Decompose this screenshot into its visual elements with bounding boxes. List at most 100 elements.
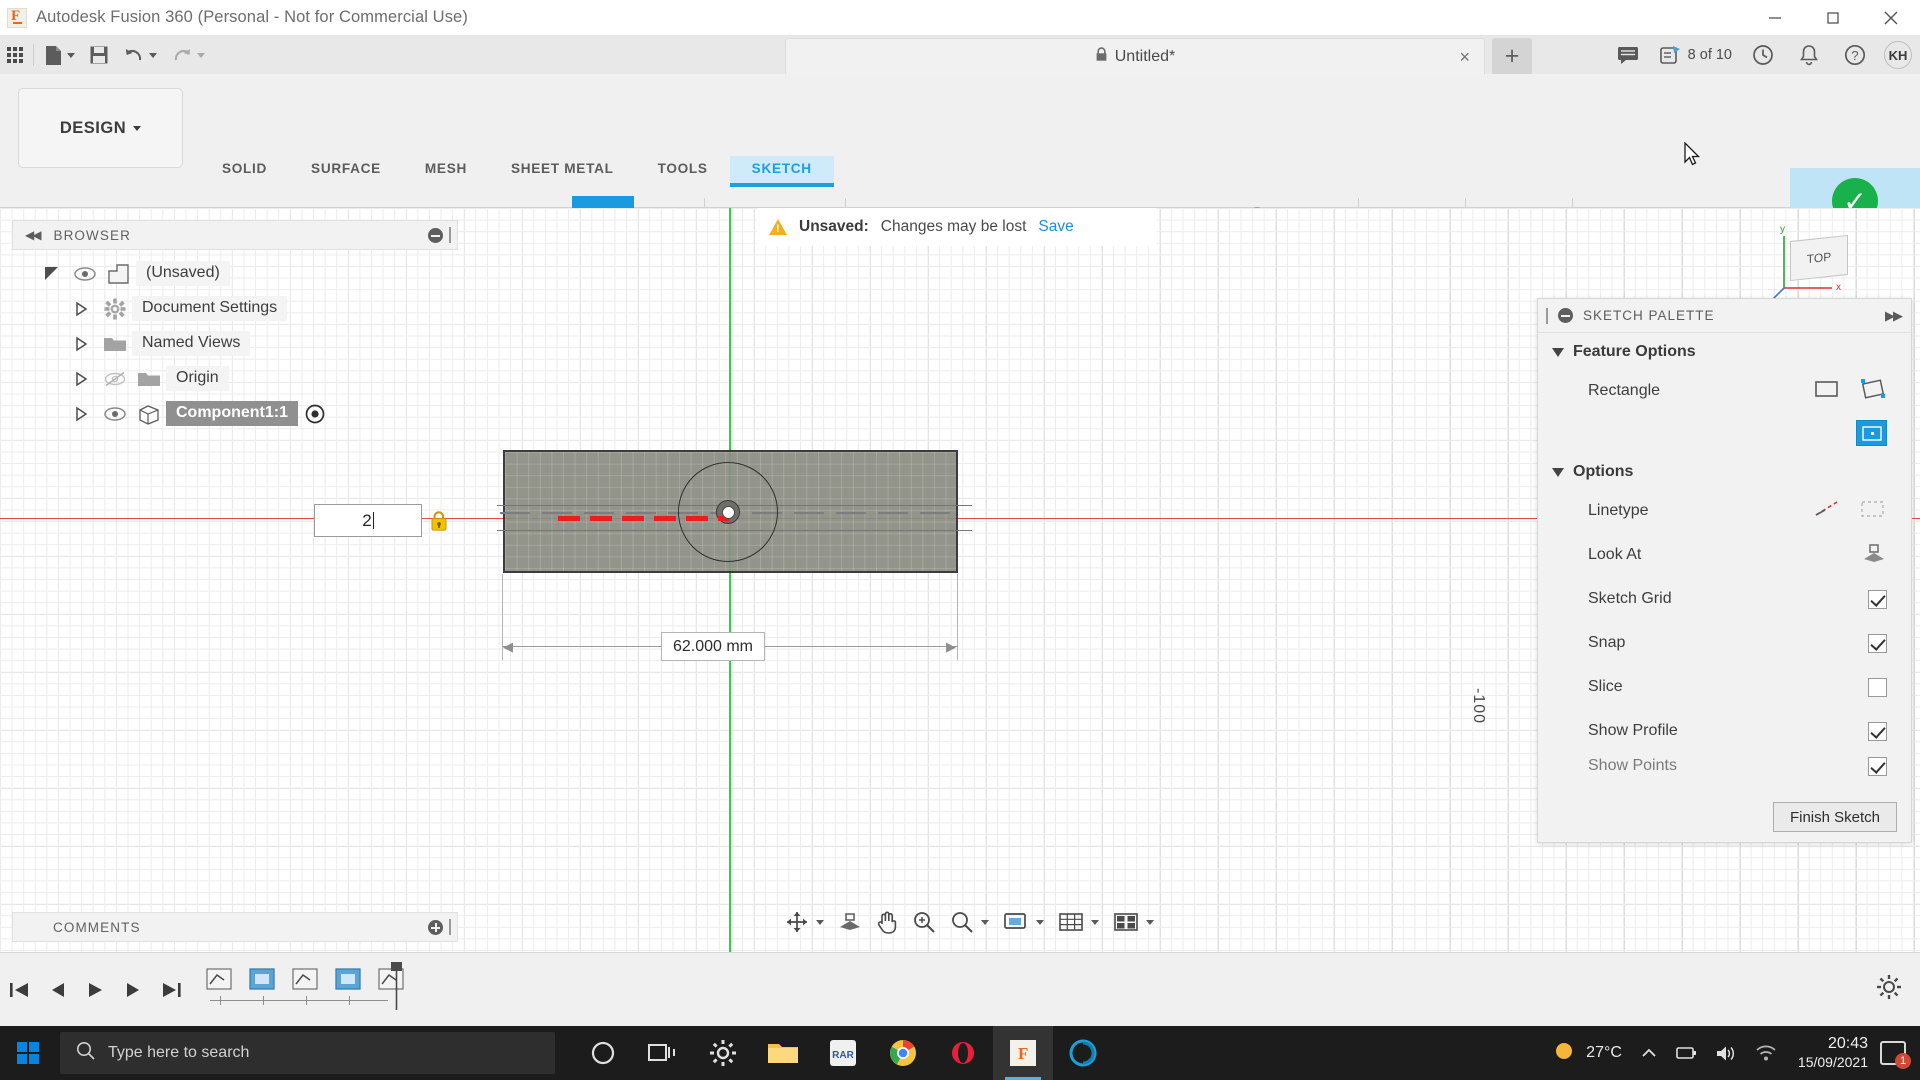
minus-circle-icon[interactable] [428, 227, 443, 243]
fusion360-icon[interactable]: F [993, 1026, 1053, 1080]
network-icon[interactable] [1746, 1026, 1786, 1080]
notification-center-icon[interactable]: 1 [1880, 1041, 1911, 1069]
sketch-canvas[interactable]: Unsaved: Changes may be lost Save 2 ◀ ▶ … [0, 208, 1920, 952]
timeline-feature-2[interactable] [247, 966, 277, 992]
zoom-icon[interactable] [907, 902, 941, 942]
snap-checkbox[interactable] [1868, 633, 1887, 653]
tree-node-unsaved[interactable]: (Unsaved) [12, 256, 458, 291]
dimension-label[interactable]: 62.000 mm [661, 632, 765, 661]
show-profile-checkbox[interactable] [1868, 721, 1887, 741]
centerline-icon[interactable] [1859, 498, 1887, 525]
section-feature-options[interactable]: Feature Options [1538, 333, 1911, 369]
workspace-switcher-button[interactable]: DESIGN [18, 88, 183, 168]
bell-icon[interactable] [1786, 36, 1832, 74]
volume-icon[interactable] [1706, 1026, 1746, 1080]
opera-gx-icon[interactable] [933, 1026, 993, 1080]
close-icon[interactable] [1862, 0, 1920, 36]
expanded-triangle-icon[interactable] [34, 267, 68, 280]
avatar[interactable]: KH [1884, 41, 1912, 69]
orbit-icon[interactable] [780, 902, 829, 942]
undo-icon[interactable] [116, 36, 164, 74]
minimize-icon[interactable] [1746, 0, 1804, 36]
timeline-feature-1[interactable] [204, 966, 234, 992]
rect-center-icon[interactable] [1856, 420, 1887, 446]
sketch-grid-checkbox[interactable] [1868, 589, 1887, 609]
new-file-icon[interactable] [37, 36, 82, 74]
collapsed-triangle-icon[interactable] [64, 336, 98, 352]
eye-icon[interactable] [98, 406, 132, 421]
settings-gear-icon[interactable] [693, 1026, 753, 1080]
panel-grip-icon[interactable] [449, 227, 451, 243]
save-link[interactable]: Save [1038, 218, 1073, 236]
comments-panel[interactable]: COMMENTS [12, 912, 458, 942]
expand-right-icon[interactable]: ▶▶ [1885, 308, 1911, 324]
pan-hand-icon[interactable] [871, 902, 903, 942]
skip-start-icon[interactable] [0, 953, 38, 1027]
skip-end-icon[interactable] [152, 953, 190, 1027]
panel-grip-icon[interactable] [1546, 307, 1548, 324]
collapsed-triangle-icon[interactable] [64, 406, 98, 422]
file-explorer-icon[interactable] [753, 1026, 813, 1080]
chrome-icon[interactable] [873, 1026, 933, 1080]
tree-node-component1[interactable]: Component1:1 [12, 396, 458, 431]
timeline-track[interactable] [204, 960, 404, 1020]
chevron-up-icon[interactable] [1632, 1026, 1666, 1080]
origin-point[interactable] [722, 506, 735, 519]
radio-target-icon[interactable] [298, 403, 332, 425]
tab-surface[interactable]: SURFACE [289, 156, 403, 186]
timeline-feature-3[interactable] [290, 966, 320, 992]
collapsed-triangle-icon[interactable] [64, 301, 98, 317]
play-icon[interactable] [76, 953, 114, 1027]
fit-icon[interactable] [945, 902, 994, 942]
viewports-icon[interactable] [1108, 902, 1159, 942]
maximize-icon[interactable] [1804, 0, 1862, 36]
look-at-icon[interactable] [1861, 542, 1887, 569]
display-settings-icon[interactable] [998, 902, 1049, 942]
eye-hidden-icon[interactable] [98, 371, 132, 387]
comment-icon[interactable] [1606, 36, 1652, 74]
taskbar-clock[interactable]: 20:43 15/09/2021 [1786, 1034, 1880, 1072]
cisco-webex-icon[interactable] [1053, 1026, 1113, 1080]
step-back-icon[interactable] [38, 953, 76, 1027]
cortana-circle-icon[interactable] [573, 1026, 633, 1080]
app-grid-icon[interactable] [0, 36, 30, 74]
slice-checkbox[interactable] [1868, 677, 1887, 697]
redo-icon[interactable] [164, 36, 212, 74]
panel-grip-icon[interactable] [449, 919, 451, 935]
rect-3point-icon[interactable] [1859, 378, 1887, 405]
tab-solid[interactable]: SOLID [200, 156, 289, 186]
search-input[interactable]: Type here to search [60, 1032, 555, 1074]
show-points-checkbox[interactable] [1868, 756, 1887, 776]
collapse-left-icon[interactable]: ◀◀ [25, 228, 42, 242]
dimension-input[interactable]: 2 [314, 504, 422, 537]
tab-sketch[interactable]: SKETCH [729, 156, 834, 187]
yellow-lock-icon[interactable] [430, 511, 448, 531]
windows-logo-icon[interactable] [0, 1026, 56, 1080]
collapsed-triangle-icon[interactable] [64, 371, 98, 387]
version-status[interactable]: 8 of 10 [1652, 45, 1740, 65]
close-tab-icon[interactable]: × [1459, 48, 1470, 66]
eye-icon[interactable] [68, 266, 102, 281]
tree-node-document-settings[interactable]: Document Settings [12, 291, 458, 326]
help-icon[interactable]: ? [1832, 36, 1878, 74]
add-tab-button[interactable]: + [1492, 38, 1532, 74]
construction-line-icon[interactable] [1813, 498, 1841, 525]
tab-tools[interactable]: TOOLS [636, 156, 730, 186]
tab-mesh[interactable]: MESH [403, 156, 489, 186]
look-at-icon[interactable] [833, 902, 867, 942]
step-forward-icon[interactable] [114, 953, 152, 1027]
timeline-marker-icon[interactable] [390, 961, 403, 1010]
timeline-feature-4[interactable] [333, 966, 363, 992]
finish-sketch-palette-button[interactable]: Finish Sketch [1773, 802, 1897, 832]
winrar-icon[interactable]: RAR [813, 1026, 873, 1080]
weather-widget[interactable]: 27°C [1541, 1038, 1632, 1069]
grid-snaps-icon[interactable] [1053, 902, 1104, 942]
tree-node-origin[interactable]: Origin [12, 361, 458, 396]
save-icon[interactable] [82, 36, 116, 74]
tree-node-named-views[interactable]: Named Views [12, 326, 458, 361]
task-view-icon[interactable] [633, 1026, 693, 1080]
view-cube[interactable]: TOP y x z [1770, 218, 1880, 309]
rect-2point-icon[interactable] [1813, 378, 1841, 405]
usb-icon[interactable] [1666, 1026, 1706, 1080]
document-tab[interactable]: Untitled* × [785, 38, 1485, 74]
